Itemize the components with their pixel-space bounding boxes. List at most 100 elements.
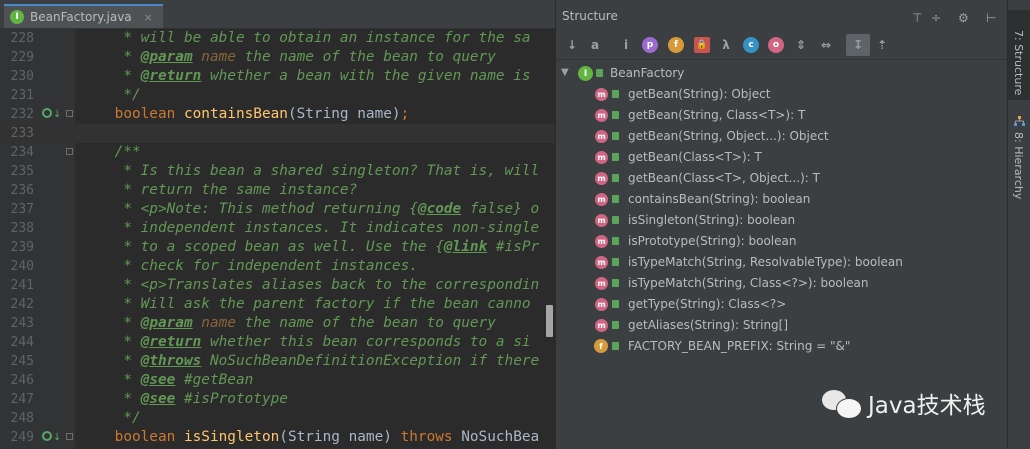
- code-line[interactable]: 238 * independent instances. It indicate…: [0, 219, 555, 238]
- autoscroll-to-source-icon[interactable]: ↧: [846, 34, 870, 56]
- show-anonymous-icon[interactable]: c: [743, 37, 759, 53]
- code-line[interactable]: 240 * check for independent instances.: [0, 257, 555, 276]
- code-line[interactable]: 248 */: [0, 409, 555, 428]
- tree-method-item[interactable]: m getType(String): Class<?>: [556, 294, 1007, 315]
- tab-hierarchy[interactable]: 8: Hierarchy: [1008, 110, 1030, 200]
- show-inherited-icon[interactable]: i: [618, 37, 634, 53]
- autoscroll-from-source-icon[interactable]: ⇡: [874, 37, 890, 53]
- code-line[interactable]: 236 * return the same instance?: [0, 181, 555, 200]
- show-properties-icon[interactable]: p: [642, 37, 658, 53]
- code-line[interactable]: 249 ↓ boolean isSingleton(String name) th…: [0, 428, 555, 447]
- code-line[interactable]: 235 * Is this bean a shared singleton? T…: [0, 162, 555, 181]
- tree-method-item[interactable]: m isTypeMatch(String, ResolvableType): bo…: [556, 252, 1007, 273]
- public-access-icon: [612, 174, 619, 182]
- tree-method-item[interactable]: m getBean(String): Object: [556, 84, 1007, 105]
- tree-item-label: getBean(Class<T>): T: [628, 150, 762, 164]
- code-line[interactable]: 242 * Will ask the parent factory if the…: [0, 295, 555, 314]
- structure-tree[interactable]: ▼ I BeanFactory m getBean(String): Object…: [556, 63, 1007, 357]
- public-access-icon: [612, 111, 619, 119]
- code-line[interactable]: 246 * @see #getBean: [0, 371, 555, 390]
- implemented-marker-icon[interactable]: ↓: [42, 430, 61, 444]
- gear-icon[interactable]: ⚙: [958, 11, 969, 25]
- code-token: *: [80, 315, 141, 331]
- sort-by-visibility-icon[interactable]: ↓: [564, 37, 580, 53]
- code-line[interactable]: 241 * <p>Translates aliases back to the …: [0, 276, 555, 295]
- code-token: * <p>Note: This method returning {: [80, 201, 418, 217]
- code-text: /**: [80, 143, 141, 162]
- code-token: * check for independent instances.: [80, 258, 418, 274]
- file-tab-beanfactory[interactable]: I BeanFactory.java ×: [4, 4, 163, 28]
- method-icon: m: [595, 319, 608, 332]
- expand-arrow-icon[interactable]: ▼: [561, 67, 569, 78]
- method-icon: m: [595, 88, 608, 101]
- code-line[interactable]: 234 /**: [0, 143, 555, 162]
- tree-field-item[interactable]: f FACTORY_BEAN_PREFIX: String = "&": [556, 336, 1007, 357]
- code-line[interactable]: 229 * @param name the name of the bean t…: [0, 48, 555, 67]
- line-number: 235: [10, 164, 34, 179]
- align-icon[interactable]: ⊤: [912, 11, 922, 25]
- code-line[interactable]: 233: [0, 124, 555, 143]
- tree-item-label: getBean(String, Class<T>): T: [628, 108, 806, 122]
- tree-method-item[interactable]: m isSingleton(String): boolean: [556, 210, 1007, 231]
- field-icon: f: [594, 339, 608, 353]
- code-line[interactable]: 230 * @return whether a bean with the gi…: [0, 67, 555, 86]
- fold-marker-icon[interactable]: [66, 433, 73, 440]
- structure-header: Structure ⊤ ÷ ⚙ ⊢: [556, 4, 1007, 30]
- tree-root-beanfactory[interactable]: ▼ I BeanFactory: [556, 63, 1007, 84]
- code-lines[interactable]: 228 * will be able to obtain an instance…: [0, 29, 555, 447]
- code-editor[interactable]: I BeanFactory.java × 228 * will be able …: [0, 0, 555, 449]
- collapse-all-icon[interactable]: ⇔: [818, 37, 834, 53]
- tree-method-item[interactable]: m getBean(Class<T>, Object...): T: [556, 168, 1007, 189]
- editor-scrollbar-thumb[interactable]: [546, 305, 553, 337]
- code-line[interactable]: 239 * to a scoped bean as well. Use the …: [0, 238, 555, 257]
- code-line[interactable]: 245 * @throws NoSuchBeanDefinitionExcept…: [0, 352, 555, 371]
- implemented-marker-icon[interactable]: ↓: [42, 107, 61, 121]
- code-token: *: [80, 372, 141, 388]
- expand-all-icon[interactable]: ⇕: [793, 37, 809, 53]
- tree-method-item[interactable]: m getBean(Class<T>): T: [556, 147, 1007, 168]
- line-number: 239: [10, 240, 34, 255]
- show-fields-icon[interactable]: f: [668, 37, 684, 53]
- split-icon[interactable]: ÷: [931, 11, 941, 25]
- tree-method-item[interactable]: m getBean(String, Object...): Object: [556, 126, 1007, 147]
- code-token: * Is this bean a shared singleton? That …: [80, 163, 540, 179]
- show-lambdas-icon[interactable]: λ: [718, 37, 734, 53]
- code-token: * return the same instance?: [80, 182, 358, 198]
- method-icon: m: [595, 109, 608, 122]
- code-line[interactable]: 231 */: [0, 86, 555, 105]
- show-non-public-icon[interactable]: 🔒: [694, 37, 710, 53]
- line-number: 236: [10, 183, 34, 198]
- tree-item-label: getAliases(String): String[]: [628, 318, 789, 332]
- show-enum-icon[interactable]: o: [768, 37, 784, 53]
- public-access-icon: [612, 90, 619, 98]
- code-line[interactable]: 228 * will be able to obtain an instance…: [0, 29, 555, 48]
- tab-structure[interactable]: 7: Structure: [1008, 10, 1030, 100]
- method-icon: m: [595, 151, 608, 164]
- code-token: #getBean: [175, 372, 254, 388]
- code-line[interactable]: 232 ↓ boolean containsBean(String name);: [0, 105, 555, 124]
- fold-marker-icon[interactable]: [66, 110, 73, 117]
- structure-panel: Structure ⊤ ÷ ⚙ ⊢ ↓ a i p f 🔒 λ c o ⇕ ⇔ ↧ ⇡ ▼ I Bean…: [555, 0, 1007, 449]
- tree-method-item[interactable]: m containsBean(String): boolean: [556, 189, 1007, 210]
- structure-toolbar: ↓ a i p f 🔒 λ c o ⇕ ⇔ ↧ ⇡: [556, 31, 1007, 60]
- file-tab-label: BeanFactory.java: [30, 10, 132, 24]
- code-token: #isPrototype: [175, 391, 288, 407]
- close-icon[interactable]: ×: [144, 11, 153, 24]
- code-line[interactable]: 237 * <p>Note: This method returning {@c…: [0, 200, 555, 219]
- sort-alphabetically-icon[interactable]: a: [587, 37, 603, 53]
- code-token: *: [80, 391, 141, 407]
- code-token: whether this bean corresponds to a si: [201, 334, 531, 350]
- tree-method-item[interactable]: m getAliases(String): String[]: [556, 315, 1007, 336]
- fold-marker-icon[interactable]: [66, 148, 73, 155]
- interface-icon: I: [10, 10, 24, 24]
- code-line[interactable]: 244 * @return whether this bean correspo…: [0, 333, 555, 352]
- code-line[interactable]: 247 * @see #isPrototype: [0, 390, 555, 409]
- method-icon: m: [595, 298, 608, 311]
- code-token: */: [80, 87, 141, 103]
- code-line[interactable]: 243 * @param name the name of the bean t…: [0, 314, 555, 333]
- tree-method-item[interactable]: m getBean(String, Class<T>): T: [556, 105, 1007, 126]
- code-token: NoSuchBeanDefinitionException if there: [201, 353, 540, 369]
- tree-method-item[interactable]: m isTypeMatch(String, Class<?>): boolean: [556, 273, 1007, 294]
- hide-icon[interactable]: ⊢: [986, 11, 996, 25]
- tree-method-item[interactable]: m isPrototype(String): boolean: [556, 231, 1007, 252]
